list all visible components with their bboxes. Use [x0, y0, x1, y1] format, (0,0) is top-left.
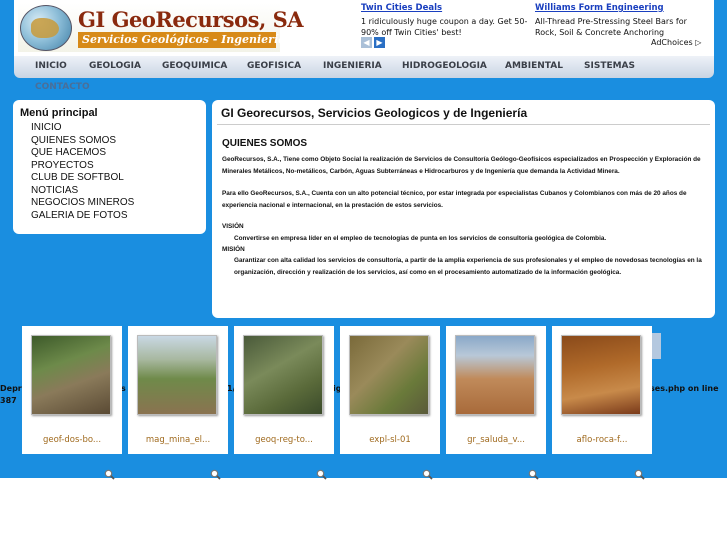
about-paragraph-2: Para ello GeoRecursos, S.A., Cuenta con … [222, 190, 687, 209]
gallery-photo-2[interactable] [137, 335, 217, 415]
gallery-caption-3[interactable]: geoq-reg-to... [234, 435, 334, 445]
main-content: GI Georecursos, Servicios Geologicos y d… [212, 100, 715, 318]
ad-choices-link[interactable]: AdChoices ▷ [651, 38, 701, 47]
ad-text-1: 1 ridiculously huge coupon a day. Get 50… [361, 17, 528, 37]
main-nav: INICIO GEOLOGIA GEOQUIMICA GEOFISICA ING… [14, 56, 714, 78]
menu-item-quienes-somos[interactable]: QUIENES SOMOS [31, 135, 116, 146]
ad-next-icon[interactable]: ▶ [374, 37, 385, 48]
gallery-photo-6[interactable] [561, 335, 641, 415]
gallery-caption-6[interactable]: aflo-roca-f... [552, 435, 652, 445]
logo-title: GI GeoRecursos, SA [78, 7, 304, 32]
zoom-icon[interactable] [528, 465, 539, 480]
gallery-thumb-4[interactable]: expl-sl-01 [340, 326, 440, 454]
nav-item-ingenieria[interactable]: INGENIERIA [323, 61, 382, 71]
about-paragraph-1: GeoRecursos, S.A., Tiene como Objeto Soc… [222, 156, 701, 175]
gallery-photo-5[interactable] [455, 335, 535, 415]
vision-label: VISIÓN [222, 223, 244, 230]
globe-icon [20, 5, 72, 51]
nav-item-geoquimica[interactable]: GEOQUIMICA [162, 61, 227, 71]
menu-item-negocios-mineros[interactable]: NEGOCIOS MINEROS [31, 197, 134, 208]
zoom-icon[interactable] [316, 465, 327, 480]
mision-text: Garantizar con alta calidad los servicio… [234, 257, 702, 276]
ad-block-1: Twin Cities Deals 1 ridiculously huge co… [361, 3, 533, 38]
gallery-thumb-5[interactable]: gr_saluda_v... [446, 326, 546, 454]
php-error-line: 387 [0, 396, 17, 405]
nav-item-ambiental[interactable]: AMBIENTAL [505, 61, 563, 71]
zoom-icon[interactable] [422, 465, 433, 480]
section-heading: QUIENES SOMOS [222, 138, 308, 149]
nav-item-contacto[interactable]: CONTACTO [35, 82, 90, 92]
gallery-caption-4[interactable]: expl-sl-01 [340, 435, 440, 445]
logo-subtitle: Servicios Geológicos - Ingeniería [78, 32, 285, 48]
menu-item-que-hacemos[interactable]: QUE HACEMOS [31, 147, 106, 158]
gallery-photo-1[interactable] [31, 335, 111, 415]
ad-block-2: Williams Form Engineering All-Thread Pre… [535, 3, 707, 38]
menu-item-proyectos[interactable]: PROYECTOS [31, 160, 94, 171]
gallery-caption-2[interactable]: mag_mina_el... [128, 435, 228, 445]
nav-item-sistemas[interactable]: SISTEMAS [584, 61, 635, 71]
zoom-icon[interactable] [210, 465, 221, 480]
title-divider [217, 124, 710, 125]
menu-item-club-softbol[interactable]: CLUB DE SOFTBOL [31, 172, 124, 183]
gallery-caption-1[interactable]: geof-dos-bo... [22, 435, 122, 445]
mision-label: MISIÓN [222, 246, 245, 253]
gallery-thumb-1[interactable]: geof-dos-bo... [22, 326, 122, 454]
php-error-prefix: Depr [0, 384, 22, 393]
nav-item-inicio[interactable]: INICIO [35, 61, 67, 71]
zoom-icon[interactable] [104, 465, 115, 480]
zoom-icon[interactable] [634, 465, 645, 480]
php-error-suffix: ses.php on line [650, 384, 719, 393]
site-logo[interactable]: GI GeoRecursos, SA Servicios Geológicos … [18, 3, 304, 52]
menu-item-inicio[interactable]: INICIO [31, 122, 62, 133]
nav-item-geofisica[interactable]: GEOFISICA [247, 61, 301, 71]
gallery-thumb-3[interactable]: geoq-reg-to... [234, 326, 334, 454]
gallery-caption-5[interactable]: gr_saluda_v... [446, 435, 546, 445]
ad-text-2: All-Thread Pre-Stressing Steel Bars for … [535, 17, 687, 37]
gallery-photo-4[interactable] [349, 335, 429, 415]
gallery-thumb-2[interactable]: mag_mina_el... [128, 326, 228, 454]
page-title: GI Georecursos, Servicios Geologicos y d… [221, 106, 528, 120]
menu-title: Menú principal [20, 107, 98, 119]
sidebar-menu: Menú principal INICIO QUIENES SOMOS QUE … [13, 100, 206, 234]
nav-item-geologia[interactable]: GEOLOGIA [89, 61, 141, 71]
vision-text: Convertirse en empresa líder en el emple… [234, 235, 607, 242]
menu-item-galeria-fotos[interactable]: GALERIA DE FOTOS [31, 210, 128, 221]
menu-item-noticias[interactable]: NOTICIAS [31, 185, 78, 196]
gallery-photo-3[interactable] [243, 335, 323, 415]
ad-prev-icon[interactable]: ◀ [361, 37, 372, 48]
ad-link-1[interactable]: Twin Cities Deals [361, 3, 533, 14]
nav-item-hidrogeologia[interactable]: HIDROGEOLOGIA [402, 61, 487, 71]
gallery-thumb-6[interactable]: aflo-roca-f... [552, 326, 652, 454]
ad-link-2[interactable]: Williams Form Engineering [535, 3, 707, 14]
